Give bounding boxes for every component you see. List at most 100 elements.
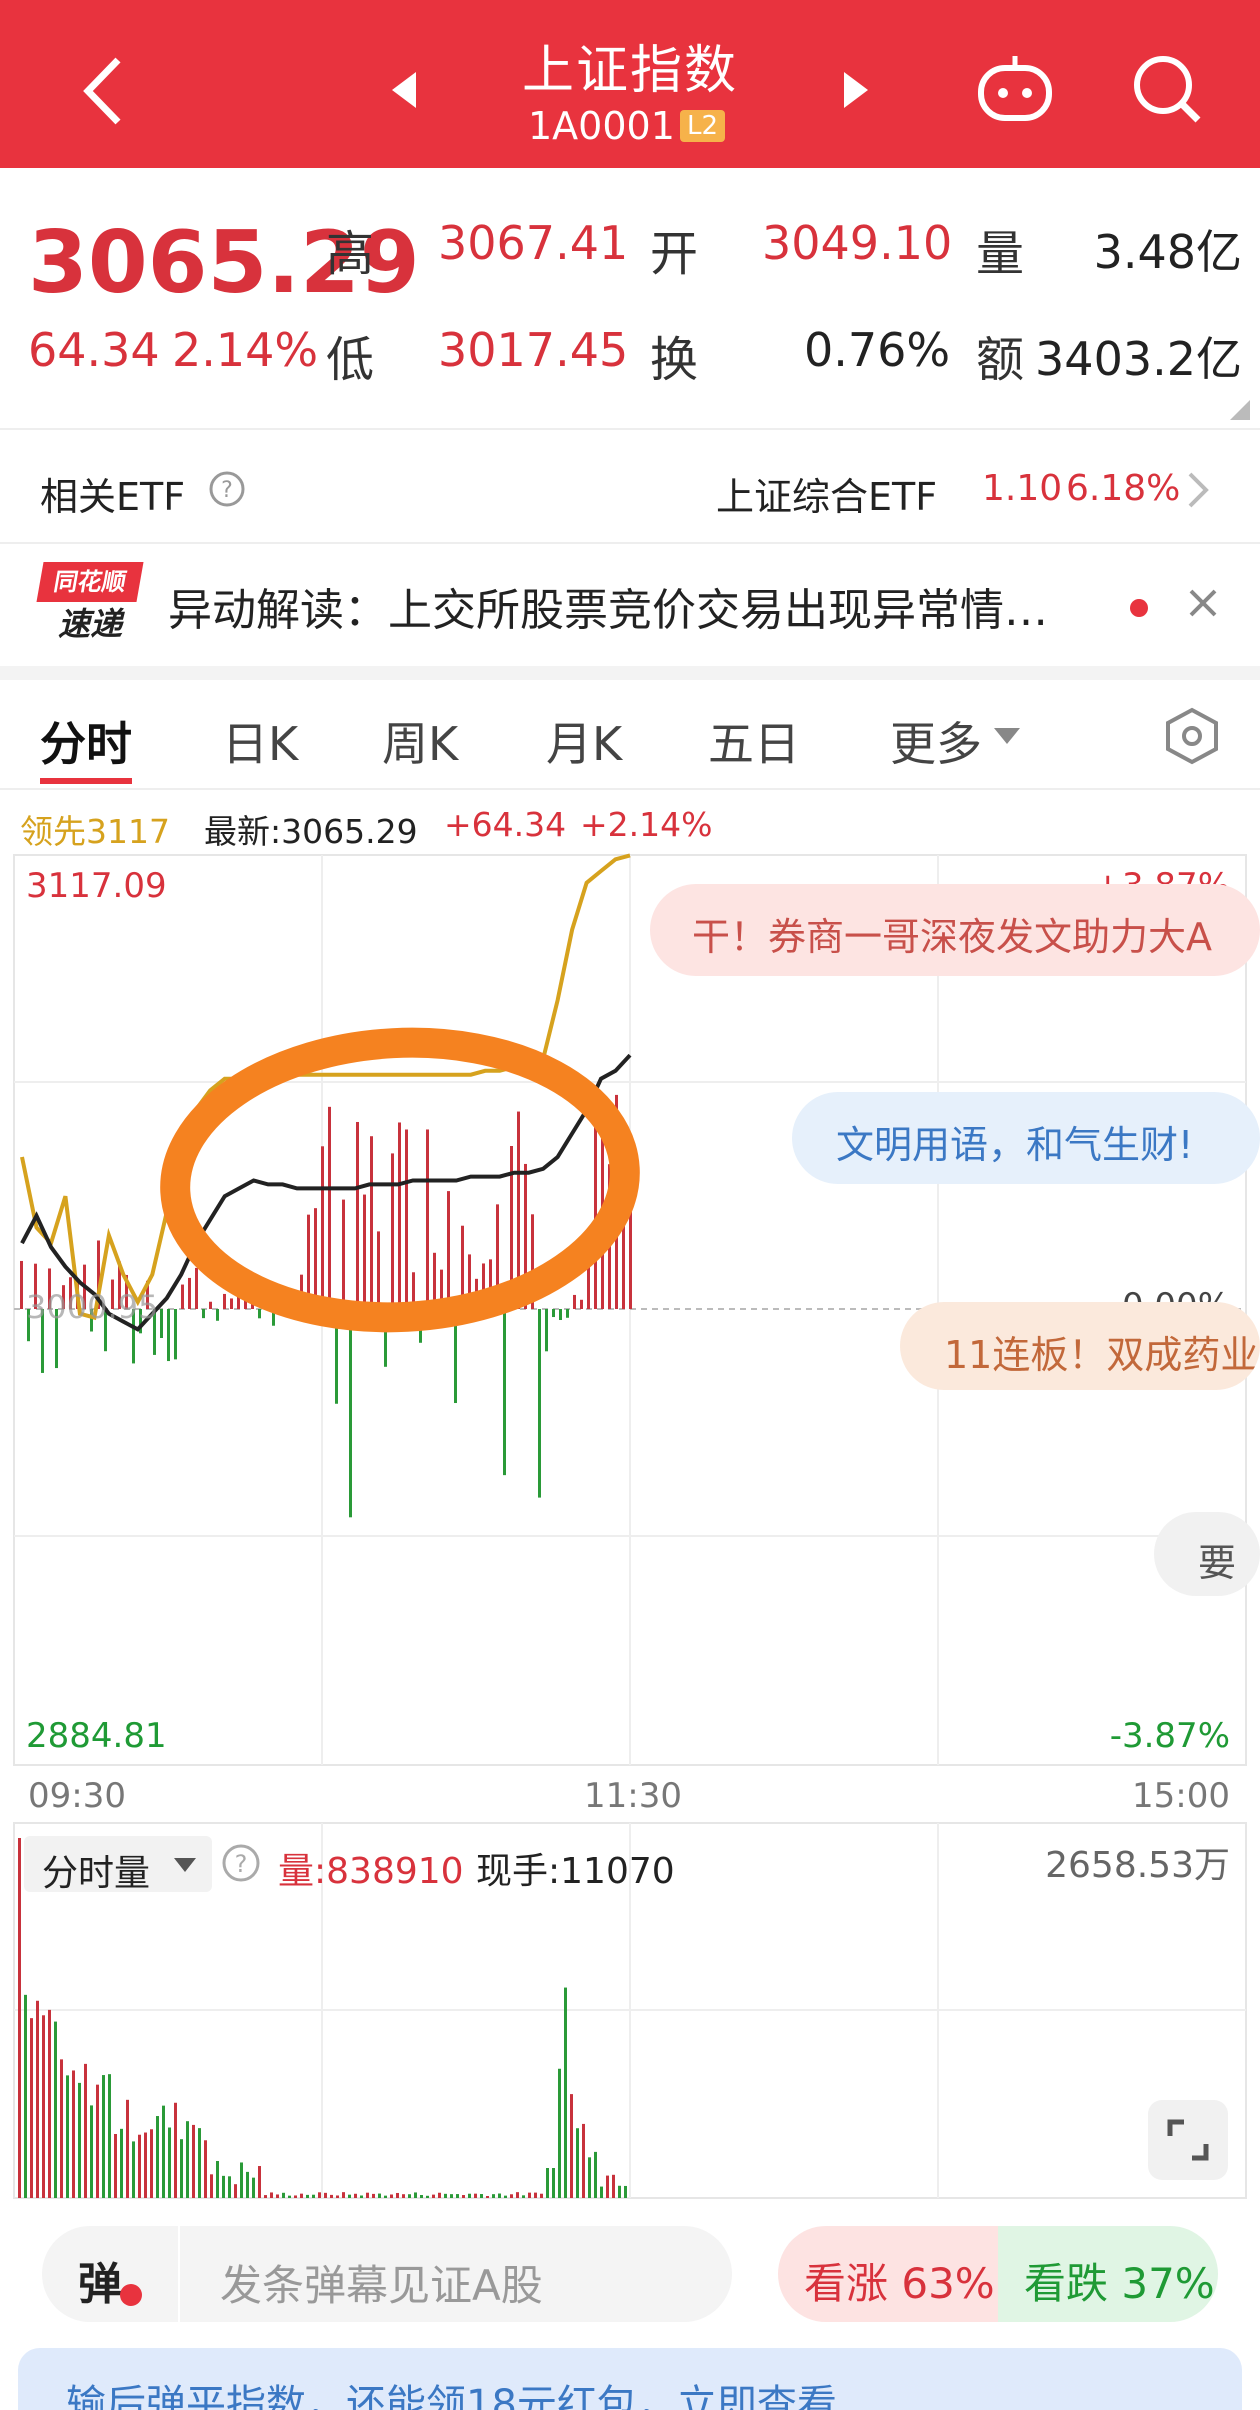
- change-bar: [538, 1309, 541, 1498]
- volume-bar: [222, 2175, 225, 2198]
- change-bar: [188, 1277, 191, 1309]
- volume-bar: [144, 2132, 147, 2198]
- volume-bar: [96, 2084, 99, 2198]
- axis-bottom-pct: -3.87%: [1109, 1716, 1230, 1756]
- volume-bar: [432, 2194, 435, 2198]
- lead-index-line: [20, 853, 631, 1321]
- volume-selector[interactable]: 分时量: [24, 1836, 212, 1894]
- change-bar: [426, 1129, 429, 1309]
- volume-bar: [402, 2194, 405, 2198]
- volume-bar: [366, 2192, 369, 2198]
- bullish-label: 看涨 63%: [804, 2259, 995, 2308]
- volume-bar: [522, 2195, 525, 2198]
- change-bar: [174, 1309, 177, 1360]
- bearish-label: 看跌 37%: [1024, 2259, 1215, 2308]
- volume-bar: [114, 2133, 117, 2198]
- change-bar: [573, 1294, 576, 1309]
- danmu-input[interactable]: 发条弹幕见证A股: [220, 2252, 543, 2313]
- change-bar: [370, 1136, 373, 1309]
- volume-bar: [504, 2195, 507, 2198]
- volume-bar: [258, 2166, 261, 2198]
- change-bar: [314, 1208, 317, 1309]
- change-bar: [181, 1284, 184, 1309]
- volume-bar: [282, 2192, 285, 2198]
- promo-banner[interactable]: 输后弹平指数，还能领18元红包，立即查看: [18, 2348, 1242, 2410]
- danmu-bubble-4[interactable]: 要: [1154, 1512, 1260, 1596]
- volume-bar: [48, 2009, 51, 2198]
- time-start: 09:30: [28, 1776, 126, 1816]
- volume-bar: [162, 2105, 165, 2198]
- svg-text:?: ?: [235, 1850, 248, 1878]
- volume-bar: [312, 2194, 315, 2198]
- danmu-bubble-3[interactable]: 11连板！双成药业: [900, 1302, 1260, 1390]
- volume-bar: [420, 2195, 423, 2198]
- volume-bar: [198, 2128, 201, 2198]
- volume-bar: [78, 2082, 81, 2198]
- change-bar: [398, 1122, 401, 1309]
- volume-bar: [264, 2195, 267, 2198]
- volume-bar: [336, 2195, 339, 2198]
- promo-banner-text: 输后弹平指数，还能领18元红包，立即查看: [66, 2382, 837, 2410]
- fullscreen-button[interactable]: [1148, 2100, 1228, 2180]
- volume-bar: [552, 2168, 555, 2198]
- volume-bar: [330, 2194, 333, 2198]
- volume-bar: [534, 2192, 537, 2198]
- change-bar: [342, 1199, 345, 1309]
- volume-value-label: 量:838910: [278, 1851, 464, 1892]
- volume-bar: [318, 2192, 321, 2198]
- fullscreen-icon: [1167, 2119, 1209, 2161]
- volume-bar: [612, 2174, 615, 2198]
- change-bar: [377, 1231, 380, 1309]
- axis-bottom-price: 2884.81: [26, 1716, 167, 1756]
- volume-bar: [192, 2124, 195, 2198]
- volume-bar: [306, 2194, 309, 2198]
- volume-bar: [582, 2123, 585, 2198]
- volume-bar: [234, 2184, 237, 2198]
- change-bar: [216, 1309, 219, 1321]
- volume-bar: [348, 2194, 351, 2198]
- volume-bar: [624, 2185, 627, 2198]
- volume-bar: [486, 2195, 489, 2198]
- volume-bar: [528, 2192, 531, 2198]
- volume-bar: [24, 1994, 27, 2198]
- volume-bar: [594, 2151, 597, 2198]
- change-bar: [356, 1121, 359, 1309]
- volume-bar: [210, 2174, 213, 2198]
- volume-bar: [216, 2160, 219, 2198]
- change-bar: [503, 1309, 506, 1476]
- volume-bar: [186, 2121, 189, 2198]
- volume-help-icon[interactable]: ?: [220, 1842, 262, 1884]
- volume-bar: [600, 2186, 603, 2198]
- axis-top-price: 3117.09: [26, 866, 167, 906]
- volume-bar: [558, 2068, 561, 2198]
- volume-bar: [270, 2192, 273, 2198]
- change-bar: [160, 1309, 163, 1339]
- volume-bar: [516, 2192, 519, 2198]
- change-bar: [321, 1146, 324, 1309]
- volume-bar: [288, 2195, 291, 2198]
- volume-bar: [372, 2193, 375, 2198]
- change-bar: [223, 1293, 226, 1309]
- volume-bar: [204, 2140, 207, 2198]
- bullish-button[interactable]: 看涨 63%: [778, 2226, 998, 2322]
- change-bar: [566, 1309, 569, 1318]
- change-bar: [559, 1309, 562, 1321]
- volume-bar: [30, 2018, 33, 2198]
- volume-bar: [354, 2193, 357, 2198]
- volume-bar: [294, 2195, 297, 2198]
- danmu-bubble-1[interactable]: 干！券商一哥深夜发文助力大A: [650, 884, 1260, 976]
- volume-bar: [240, 2162, 243, 2198]
- volume-bar: [108, 2074, 111, 2198]
- volume-bar: [606, 2175, 609, 2198]
- divider: [178, 2226, 180, 2322]
- danmu-bubble-2[interactable]: 文明用语，和气生财!: [792, 1092, 1260, 1184]
- time-end: 15:00: [1132, 1776, 1230, 1816]
- volume-bar: [72, 2070, 75, 2198]
- axis-base-price: 3000.95: [26, 1288, 159, 1326]
- danmu-toggle[interactable]: 弹: [78, 2248, 122, 2312]
- change-bar: [405, 1129, 408, 1309]
- volume-bar: [474, 2193, 477, 2198]
- volume-bar: [378, 2193, 381, 2198]
- volume-bar: [492, 2194, 495, 2198]
- bearish-button[interactable]: 看跌 37%: [998, 2226, 1218, 2322]
